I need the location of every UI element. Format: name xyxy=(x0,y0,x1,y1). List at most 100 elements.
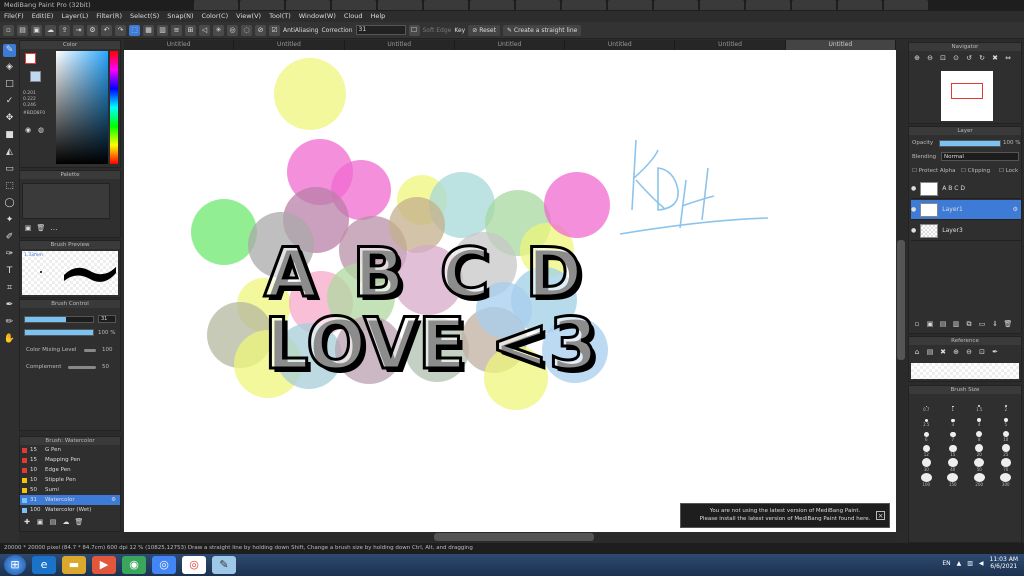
vertical-scroll-thumb[interactable] xyxy=(897,240,905,360)
brush-size-option[interactable]: 20 xyxy=(966,443,993,457)
reference-zoom-in-icon[interactable]: ⊕ xyxy=(951,347,961,357)
pen-tool-icon[interactable]: ✏ xyxy=(3,316,16,329)
brush-item-selected[interactable]: 31 Watercolor ⚙ xyxy=(20,495,120,505)
reference-open-icon[interactable]: ▤ xyxy=(925,347,935,357)
layer-visibility-icon[interactable]: ● xyxy=(911,227,916,234)
snap-off-icon[interactable]: ⊘ xyxy=(255,24,266,36)
brush-size-option[interactable]: 0.7 xyxy=(913,398,940,412)
tray-arrow-icon[interactable]: ▲ xyxy=(957,560,962,567)
zoom-fit-icon[interactable]: ⊡ xyxy=(938,53,948,63)
settings-icon[interactable]: ⚙ xyxy=(87,24,98,36)
reference-zoom-out-icon[interactable]: ⊖ xyxy=(964,347,974,357)
grid-alt-icon[interactable]: ▥ xyxy=(157,24,168,36)
app-icon[interactable]: ◉ xyxy=(122,556,146,574)
reference-fit-icon[interactable]: ⊡ xyxy=(977,347,987,357)
layer-visibility-icon[interactable]: ● xyxy=(911,206,916,213)
file-explorer-icon[interactable]: ▬ xyxy=(62,556,86,574)
snap-parallel-icon[interactable]: ≡ xyxy=(171,24,182,36)
palette-area[interactable] xyxy=(22,183,110,219)
select-tool-icon[interactable]: ⬚ xyxy=(3,180,16,193)
brush-size-option[interactable]: 40 xyxy=(940,458,967,472)
snap-vanishing-icon[interactable]: ◁ xyxy=(199,24,210,36)
new-layer-1bit-icon[interactable]: ▤ xyxy=(938,319,948,329)
rotate-left-icon[interactable]: ↺ xyxy=(964,53,974,63)
menu-file[interactable]: File(F) xyxy=(4,11,24,22)
document-tab[interactable]: Untitled xyxy=(455,40,566,50)
brush-size-option[interactable]: 5 xyxy=(993,413,1020,427)
undo-icon[interactable]: ↶ xyxy=(101,24,112,36)
clock[interactable]: 11:03 AM 6/6/2021 xyxy=(990,556,1018,570)
brush-size-option[interactable]: 3 xyxy=(940,413,967,427)
menu-window[interactable]: Window(W) xyxy=(299,11,336,22)
mixing-level-slider[interactable] xyxy=(84,349,96,352)
menu-cloud[interactable]: Cloud xyxy=(344,11,363,22)
correction-select[interactable]: 31 xyxy=(355,25,406,35)
export-icon[interactable]: ⇥ xyxy=(73,24,84,36)
hue-slider[interactable] xyxy=(110,51,118,164)
brush-size-option[interactable]: 300 xyxy=(993,473,1020,487)
brush-opacity-slider[interactable] xyxy=(24,329,94,336)
horizontal-scrollbar[interactable] xyxy=(124,532,896,542)
brush-size-option[interactable]: 12 xyxy=(913,443,940,457)
brush-size-option[interactable]: 1 xyxy=(940,398,967,412)
cloud-brush-icon[interactable]: ☁ xyxy=(61,517,71,527)
navigator-viewport[interactable] xyxy=(951,83,983,99)
antialias-checkbox[interactable]: ☑ xyxy=(269,24,280,36)
brush-size-option[interactable]: 10 xyxy=(993,428,1020,442)
color-mode-icon[interactable]: ◍ xyxy=(36,125,46,135)
delete-brush-icon[interactable]: 🗑 xyxy=(74,517,84,527)
text-tool-icon[interactable]: T xyxy=(3,265,16,278)
layer-row-selected[interactable]: ● Layer1 ⚙ xyxy=(911,200,1021,220)
vertical-scrollbar[interactable] xyxy=(896,50,906,532)
brush-size-value[interactable]: 31 xyxy=(98,315,116,323)
open-file-icon[interactable]: ▤ xyxy=(17,24,28,36)
lock-checkbox[interactable]: ☐ Lock xyxy=(999,168,1018,174)
brush-size-option[interactable]: 7 xyxy=(940,428,967,442)
add-brush-icon[interactable]: ✚ xyxy=(22,517,32,527)
reset-button[interactable]: ⊘ Reset xyxy=(468,24,500,36)
brush-item[interactable]: 50 Sumi xyxy=(20,485,120,495)
language-indicator[interactable]: EN xyxy=(942,560,950,567)
add-palette-icon[interactable]: ▣ xyxy=(23,223,33,233)
brush-size-option[interactable]: 70 xyxy=(993,458,1020,472)
menu-help[interactable]: Help xyxy=(370,11,385,22)
brush-settings-icon[interactable]: ⚙ xyxy=(111,497,116,503)
straight-line-button[interactable]: ✎ Create a straight line xyxy=(502,24,582,36)
palette-more-icon[interactable]: … xyxy=(49,223,59,233)
snap-curve-icon[interactable]: ◌ xyxy=(241,24,252,36)
menu-layer[interactable]: Layer(L) xyxy=(61,11,88,22)
notice-close-icon[interactable]: × xyxy=(876,511,885,520)
cloud-icon[interactable]: ☁ xyxy=(45,24,56,36)
delete-palette-icon[interactable]: 🗑 xyxy=(36,223,46,233)
brush-size-slider[interactable] xyxy=(24,316,94,323)
brush-tool-icon[interactable]: ✎ xyxy=(3,44,16,57)
layer-settings-icon[interactable]: ⚙ xyxy=(1013,206,1018,213)
shape-tool-icon[interactable]: ■ xyxy=(3,129,16,142)
update-notice[interactable]: You are not using the latest version of … xyxy=(680,503,890,528)
start-button[interactable]: ⊞ xyxy=(4,555,26,575)
layer-visibility-icon[interactable]: ● xyxy=(911,185,916,192)
document-tab-active[interactable]: Untitled xyxy=(785,40,896,50)
grid-icon[interactable]: ▦ xyxy=(143,24,154,36)
merge-layer-icon[interactable]: ⇓ xyxy=(990,319,1000,329)
layer-blending-select[interactable]: Normal xyxy=(941,152,1019,161)
document-tab[interactable]: Untitled xyxy=(565,40,676,50)
snap-cross-icon[interactable]: ⊞ xyxy=(185,24,196,36)
save-icon[interactable]: ▣ xyxy=(31,24,42,36)
volume-icon[interactable]: ◀ xyxy=(979,560,984,567)
soft-edge-checkbox[interactable]: ☐ xyxy=(408,24,420,36)
duplicate-brush-icon[interactable]: ▣ xyxy=(35,517,45,527)
new-layer-8bit-icon[interactable]: ▣ xyxy=(925,319,935,329)
delete-layer-icon[interactable]: 🗑 xyxy=(1003,319,1013,329)
select-eraser-icon[interactable]: ✑ xyxy=(3,248,16,261)
layer-menu-icon[interactable]: ▥ xyxy=(951,319,961,329)
layer-folder-icon[interactable]: ▭ xyxy=(977,319,987,329)
magic-wand-icon[interactable]: ✦ xyxy=(3,214,16,227)
zoom-actual-icon[interactable]: ⊙ xyxy=(951,53,961,63)
network-icon[interactable]: ▥ xyxy=(967,560,973,567)
bucket-tool-icon[interactable]: ◭ xyxy=(3,146,16,159)
layer-row[interactable]: ● Layer3 xyxy=(911,221,1021,241)
layer-row[interactable]: ● A B C D xyxy=(911,179,1021,199)
layer-opacity-slider[interactable] xyxy=(939,140,1001,147)
menu-snap[interactable]: Snap(N) xyxy=(167,11,193,22)
